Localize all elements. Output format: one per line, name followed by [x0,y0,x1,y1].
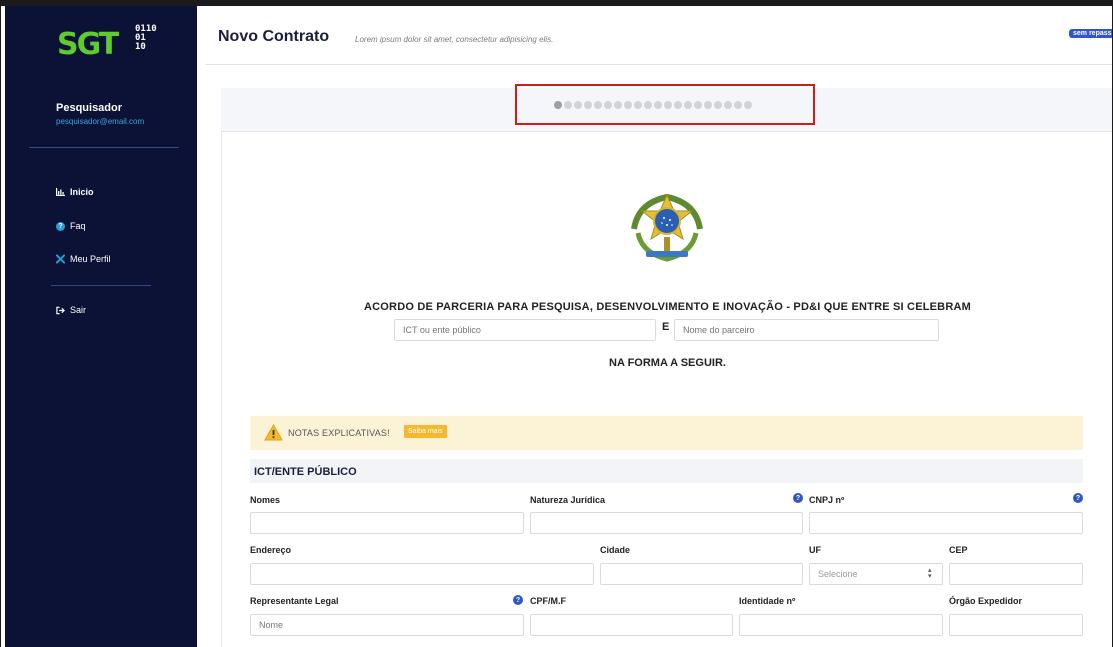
endereco-input[interactable] [250,563,594,585]
app-frame: SGT 0110 01 10 Pesquisador pesquisador@e… [0,0,1113,647]
chart-icon [56,188,65,197]
step-highlight [515,84,815,125]
cpf-input[interactable] [530,614,733,636]
page-title: Novo Contrato [218,28,330,45]
status-badge: sem repass [1069,29,1112,38]
section-title: ICT/ENTE PÚBLICO [254,466,357,478]
cnpj-label: CNPJ nº [809,495,845,505]
nomes-label: Nomes [250,495,281,505]
natureza-label: Natureza Jurídica [530,495,606,505]
sidebar-item-inicio[interactable]: Inicio [56,187,94,197]
warning-icon [264,423,283,446]
help-icon[interactable]: ? [793,493,803,503]
orgao-input[interactable] [949,614,1083,636]
app-logo[interactable]: SGT 0110 01 10 [57,23,157,67]
cep-label: CEP [949,545,968,555]
user-name: Pesquisador [56,102,123,114]
select-arrows-icon: ▴ ▾ [928,567,932,580]
orgao-label: Órgão Expedidor [949,596,1023,606]
uf-select[interactable]: Selecione [809,563,943,585]
document-title: ACORDO DE PARCERIA PARA PESQUISA, DESENV… [364,301,971,313]
header-divider [205,64,1112,65]
cnpj-input[interactable] [809,512,1083,534]
section-header [250,459,1083,483]
uf-label: UF [809,545,821,555]
sidebar-item-label: Meu Perfil [70,254,111,264]
cep-input[interactable] [949,563,1083,585]
learn-more-button[interactable]: Saiba mais [404,425,447,438]
connector-label: E [662,321,670,333]
identidade-label: Identidade nº [739,596,796,606]
cidade-input[interactable] [600,563,803,585]
sidebar-item-faq[interactable]: ? Faq [56,221,86,231]
logo-text: SGT [57,27,119,62]
notes-label: NOTAS EXPLICATIVAS! [288,428,390,438]
user-email: pesquisador@email.com [56,117,145,126]
sign-out-icon [56,306,65,315]
help-icon[interactable]: ? [1073,493,1083,503]
sidebar-item-label: Inicio [70,187,94,197]
sidebar-divider [29,147,179,148]
natureza-input[interactable] [530,512,803,534]
cpf-label: CPF/M.F [530,596,566,606]
sidebar-item-meu-perfil[interactable]: Meu Perfil [56,254,111,264]
sidebar-item-label: Faq [70,221,86,231]
question-icon: ? [56,221,65,231]
identidade-input[interactable] [739,614,943,636]
tools-icon [56,254,65,264]
ict-name-input[interactable] [394,319,656,341]
document-subtitle: NA FORMA A SEGUIR. [609,357,726,369]
sidebar-item-label: Sair [70,305,87,315]
page-subtitle: Lorem ipsum dolor sit amet, consectetur … [355,35,554,44]
partner-name-input[interactable] [674,319,939,341]
sidebar-divider [51,285,151,286]
nomes-input[interactable] [250,512,524,534]
endereco-label: Endereço [250,545,292,555]
logo-bits: 0110 01 10 [135,24,157,52]
brazil-coat-of-arms-icon [624,189,710,269]
sidebar-item-sair[interactable]: Sair [56,305,86,315]
representante-input[interactable] [250,614,524,636]
cidade-label: Cidade [600,545,631,555]
help-icon[interactable]: ? [513,595,523,605]
representante-label: Representante Legal [250,596,339,606]
